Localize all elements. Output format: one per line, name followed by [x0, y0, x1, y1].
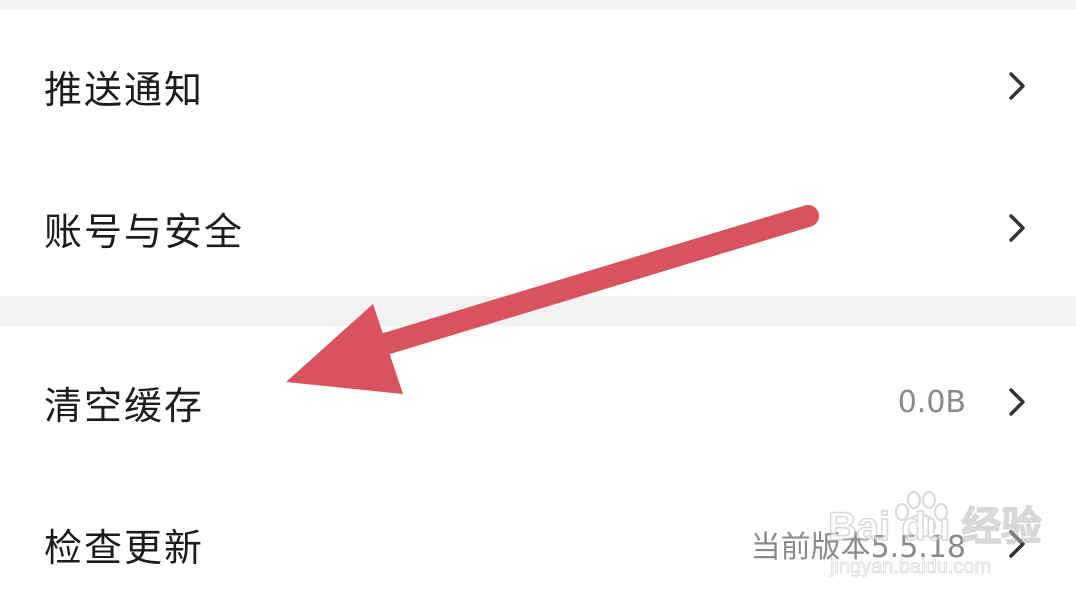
settings-item-label: 账号与安全 [44, 209, 245, 254]
chevron-right-icon [1006, 385, 1028, 419]
chevron-right-icon [1006, 527, 1028, 561]
settings-page: 推送通知 账号与安全 清空缓存 0.0B 检查更新 当前版本5.5.18 Bai… [0, 0, 1076, 604]
settings-item-label: 检查更新 [44, 525, 205, 570]
cache-size-value: 0.0B [897, 384, 966, 420]
settings-item-label: 推送通知 [44, 67, 205, 112]
chevron-right-icon [1006, 211, 1028, 245]
settings-item-check-update[interactable]: 检查更新 当前版本5.5.18 [0, 484, 1076, 604]
section-divider [0, 296, 1076, 326]
current-version-value: 当前版本5.5.18 [750, 530, 966, 565]
section-divider-top [0, 0, 1076, 10]
settings-item-push-notifications[interactable]: 推送通知 [0, 26, 1076, 146]
chevron-right-icon [1006, 69, 1028, 103]
settings-item-account-security[interactable]: 账号与安全 [0, 168, 1076, 288]
settings-item-label: 清空缓存 [44, 383, 205, 428]
settings-item-clear-cache[interactable]: 清空缓存 0.0B [0, 342, 1076, 462]
